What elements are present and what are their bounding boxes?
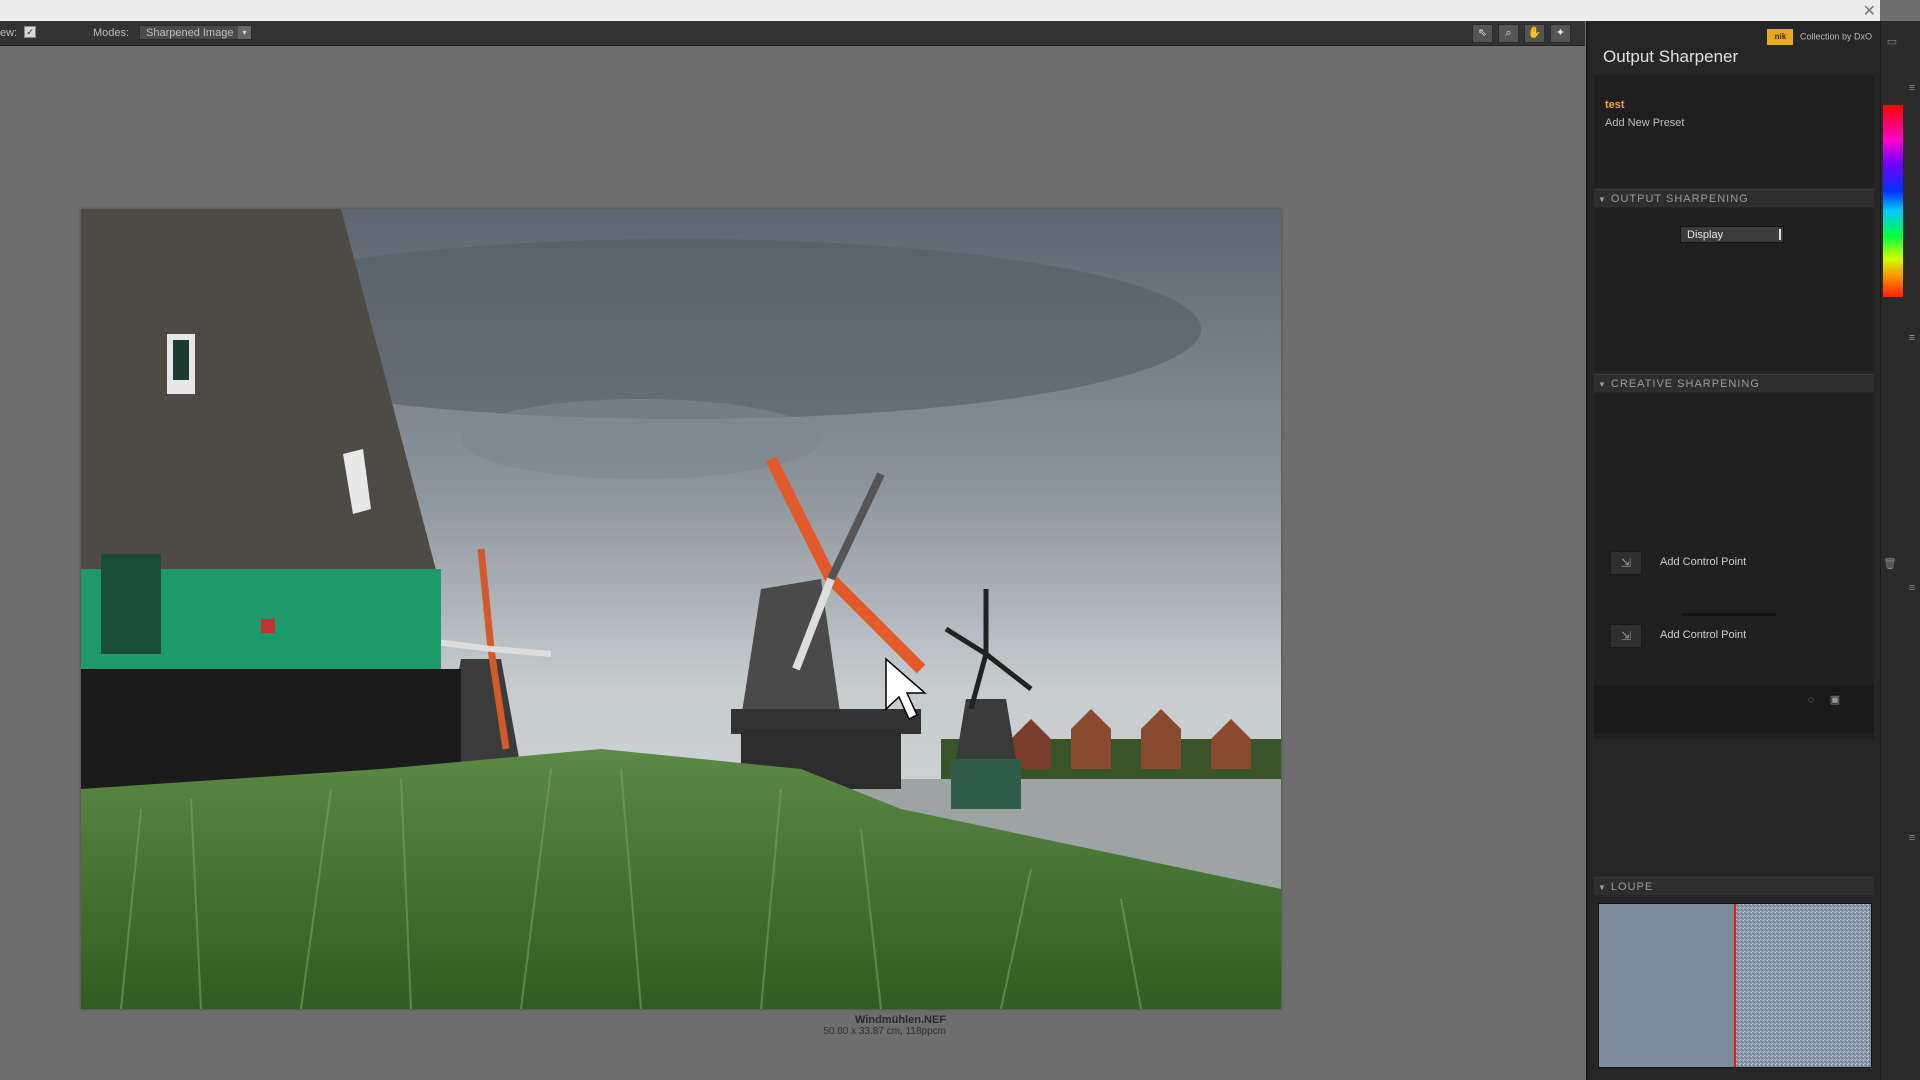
pin-tool-icon[interactable]: ✦: [1550, 24, 1571, 43]
file-caption: Windmühlen.NEF 50.80 x 33.87 cm, 118ppcm: [823, 1014, 946, 1037]
zoom-tool-icon[interactable]: ⌕: [1498, 24, 1519, 43]
loupe-view[interactable]: [1598, 903, 1872, 1068]
modes-select-value: Sharpened Image: [146, 27, 234, 39]
preview-checkbox[interactable]: ✓: [24, 26, 36, 38]
output-sharpener-panel: nik Collection by DxO Output Sharpener t…: [1586, 21, 1880, 1080]
side-toolbar: ▭ ≡ ≡ 🗑 ≡ ≡: [1880, 21, 1920, 1080]
add-control-point-label: Add Control Point: [1660, 629, 1747, 641]
dropdown-handle-icon: [1779, 229, 1781, 240]
section-title: CREATIVE SHARPENING: [1610, 378, 1760, 390]
close-icon[interactable]: ✕: [1863, 1, 1876, 21]
preset-list: [1594, 75, 1874, 187]
brand-text: Collection by DxO: [1799, 31, 1872, 42]
menu-icon[interactable]: ≡: [1905, 331, 1919, 345]
opacity-slider[interactable]: [1682, 613, 1776, 616]
control-point-actions: ◌ ▣: [1594, 685, 1874, 733]
add-control-point-button[interactable]: ⇲: [1610, 551, 1642, 575]
file-dimensions: 50.80 x 33.87 cm, 118ppcm: [823, 1026, 946, 1037]
file-name: Windmühlen.NEF: [855, 1014, 946, 1026]
modes-select[interactable]: Sharpened Image ▾: [139, 25, 252, 40]
collapse-triangle-icon: ▼: [1598, 195, 1607, 204]
add-control-point-button[interactable]: ⇲: [1610, 624, 1642, 648]
nik-logo-icon: nik: [1767, 29, 1794, 45]
output-sharpening-header[interactable]: ▼ OUTPUT SHARPENING: [1594, 189, 1874, 207]
hand-tool-icon[interactable]: ✋: [1524, 24, 1545, 43]
top-toolbar: ew: ✓ Modes: Sharpened Image ▾ ⇖ ⌕ ✋ ✦: [0, 21, 1585, 46]
collapse-triangle-icon: ▼: [1598, 883, 1607, 892]
view-label: ew:: [0, 27, 18, 39]
collapse-triangle-icon: ▼: [1598, 380, 1607, 389]
trash-icon[interactable]: 🗑: [1883, 557, 1897, 571]
add-new-preset-link[interactable]: Add New Preset: [1605, 117, 1684, 129]
output-type-value: Display: [1687, 229, 1724, 241]
layout-icon[interactable]: ▭: [1885, 35, 1899, 49]
color-spectrum-bar[interactable]: [1883, 105, 1903, 297]
menu-icon[interactable]: ≡: [1905, 831, 1919, 845]
menu-icon[interactable]: ≡: [1905, 81, 1919, 95]
window-titlebar: ✕: [0, 0, 1880, 21]
section-title: LOUPE: [1610, 881, 1654, 893]
brand-badge: nik Collection by DxO: [1767, 29, 1872, 45]
panel-title: Output Sharpener: [1603, 47, 1739, 66]
menu-icon[interactable]: ≡: [1905, 581, 1919, 595]
chevron-down-icon: ▾: [238, 26, 251, 39]
loupe-header[interactable]: ▼ LOUPE: [1594, 877, 1874, 895]
creative-sharpening-header[interactable]: ▼ CREATIVE SHARPENING: [1594, 374, 1874, 392]
loupe-preview: [1599, 904, 1871, 1067]
add-control-point-label: Add Control Point: [1660, 556, 1747, 568]
photo-preview[interactable]: [81, 209, 1281, 1009]
windmill-photo: [81, 209, 1281, 1009]
show-mask-icon[interactable]: ▣: [1828, 693, 1842, 707]
pointer-tool-icon[interactable]: ⇖: [1472, 24, 1493, 43]
image-canvas[interactable]: Windmühlen.NEF 50.80 x 33.87 cm, 118ppcm: [0, 46, 1585, 1080]
preset-item-test[interactable]: test: [1605, 99, 1625, 111]
reset-icon[interactable]: ◌: [1804, 693, 1818, 707]
output-type-dropdown[interactable]: Display: [1680, 226, 1784, 243]
modes-label: Modes:: [93, 27, 130, 39]
section-title: OUTPUT SHARPENING: [1610, 193, 1749, 205]
